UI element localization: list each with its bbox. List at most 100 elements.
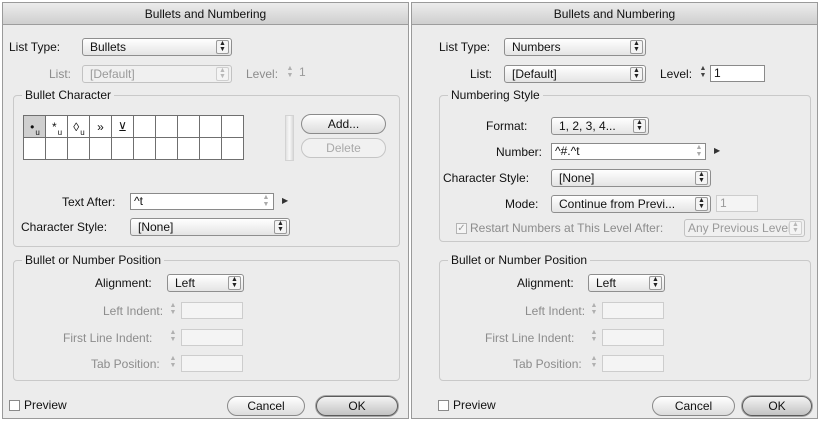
number-field[interactable]: ^#.^t — [551, 143, 706, 160]
character-style-dropdown[interactable]: [None] ▲ ▼ — [551, 169, 711, 187]
bullet-cell[interactable] — [111, 137, 134, 160]
number-arrows-icon[interactable]: ▲ ▼ — [693, 144, 705, 160]
special-characters-menu-icon[interactable]: ▶ — [714, 146, 720, 155]
first-line-indent-stepper-icon[interactable]: ▲ ▼ — [168, 329, 178, 345]
list-dropdown[interactable]: [Default] ▲ ▼ — [82, 65, 232, 83]
bullet-character-title: Bullet Character — [22, 88, 115, 102]
position-title: Bullet or Number Position — [448, 253, 591, 267]
dropdown-arrows-icon: ▲ ▼ — [633, 119, 646, 133]
bullet-cell[interactable] — [221, 137, 244, 160]
dropdown-arrows-icon: ▲ ▼ — [216, 40, 229, 54]
tab-position-stepper-icon[interactable]: ▲ ▼ — [589, 355, 599, 371]
list-label: List: — [49, 67, 72, 81]
dropdown-arrows-icon: ▲ ▼ — [630, 67, 643, 81]
text-after-arrows-icon[interactable]: ▲ ▼ — [260, 194, 272, 210]
bullet-cell[interactable] — [199, 115, 222, 138]
bullet-cell[interactable] — [155, 137, 178, 160]
cancel-button[interactable]: Cancel — [652, 396, 735, 416]
dropdown-arrows-icon: ▲ ▼ — [228, 276, 241, 290]
bullet-cell[interactable] — [155, 115, 178, 138]
bullet-glyph: ⊻ — [118, 119, 127, 134]
left-indent-stepper-icon[interactable]: ▲ ▼ — [168, 302, 178, 318]
bullet-cell[interactable] — [23, 137, 46, 160]
bullet-cell[interactable]: ◊u — [67, 115, 90, 138]
tab-position-field[interactable] — [181, 355, 243, 372]
bullet-cell[interactable] — [45, 137, 68, 160]
level-stepper-icon[interactable]: ▲ ▼ — [285, 65, 295, 81]
list-type-value: Bullets — [90, 40, 127, 54]
bullet-cell[interactable] — [67, 137, 90, 160]
bullet-cell[interactable] — [133, 115, 156, 138]
preview-checkbox[interactable] — [9, 400, 20, 411]
bullet-cell[interactable] — [221, 115, 244, 138]
first-line-indent-field[interactable] — [181, 329, 243, 346]
text-after-field[interactable]: ^t — [130, 193, 274, 210]
add-button[interactable]: Add... — [301, 114, 386, 134]
text-after-label: Text After: — [62, 195, 116, 209]
bullet-cell[interactable] — [177, 115, 200, 138]
mode-start-field[interactable]: 1 — [716, 195, 758, 212]
first-line-indent-label: First Line Indent: — [485, 331, 575, 345]
restart-numbers-label: Restart Numbers at This Level After: — [470, 221, 664, 235]
ok-button[interactable]: OK — [742, 396, 812, 416]
list-type-value: Numbers — [512, 40, 561, 54]
special-characters-menu-icon[interactable]: ▶ — [282, 196, 288, 205]
number-label: Number: — [496, 145, 543, 159]
level-stepper-icon[interactable]: ▲ ▼ — [698, 65, 708, 81]
format-value: 1, 2, 3, 4... — [559, 119, 616, 133]
dropdown-arrows-icon: ▲ ▼ — [630, 40, 643, 54]
mode-value: Continue from Previ... — [559, 197, 676, 211]
left-indent-field[interactable] — [181, 302, 243, 319]
cancel-button[interactable]: Cancel — [227, 396, 305, 416]
character-style-dropdown[interactable]: [None] ▲ ▼ — [130, 218, 290, 236]
character-style-label: Character Style: — [443, 171, 530, 185]
numbering-dialog: Bullets and Numbering List Type: Numbers… — [411, 2, 818, 419]
tab-position-field[interactable] — [602, 355, 664, 372]
level-field[interactable]: 1 — [296, 65, 346, 82]
left-indent-stepper-icon[interactable]: ▲ ▼ — [589, 302, 599, 318]
bullet-glyph: » — [97, 119, 104, 134]
level-field[interactable]: 1 — [710, 65, 765, 82]
bullet-cell[interactable] — [89, 137, 112, 160]
bullet-cell[interactable]: •u — [23, 115, 46, 138]
bullet-cell[interactable]: *u — [45, 115, 68, 138]
left-indent-field[interactable] — [602, 302, 664, 319]
level-label: Level: — [660, 67, 693, 81]
alignment-label: Alignment: — [517, 276, 574, 290]
preview-checkbox[interactable] — [438, 400, 449, 411]
list-type-dropdown[interactable]: Bullets ▲ ▼ — [82, 38, 232, 56]
tab-position-label: Tab Position: — [513, 357, 582, 371]
first-line-indent-field[interactable] — [602, 329, 664, 346]
tab-position-label: Tab Position: — [91, 357, 160, 371]
alignment-value: Left — [596, 276, 617, 290]
dialog-title: Bullets and Numbering — [3, 3, 408, 25]
first-line-indent-stepper-icon[interactable]: ▲ ▼ — [589, 329, 599, 345]
bullet-glyph: * — [51, 119, 57, 134]
dropdown-arrows-icon: ▲ ▼ — [274, 220, 287, 234]
tab-position-stepper-icon[interactable]: ▲ ▼ — [168, 355, 178, 371]
dropdown-arrows-icon: ▲ ▼ — [695, 197, 708, 211]
bullet-cell[interactable] — [177, 137, 200, 160]
bullet-cell[interactable]: » — [89, 115, 112, 138]
list-value: [Default] — [512, 67, 557, 81]
ok-button[interactable]: OK — [316, 396, 398, 416]
restart-numbers-checkbox[interactable]: ✓ — [456, 223, 467, 234]
grid-scrollbar[interactable] — [285, 115, 294, 161]
bullet-cell[interactable] — [199, 137, 222, 160]
character-style-value: [None] — [559, 171, 595, 185]
mode-dropdown[interactable]: Continue from Previ... ▲ ▼ — [551, 195, 711, 213]
format-dropdown[interactable]: 1, 2, 3, 4... ▲ ▼ — [551, 117, 649, 135]
list-dropdown[interactable]: [Default] ▲ ▼ — [504, 65, 646, 83]
delete-button[interactable]: Delete — [301, 138, 386, 158]
restart-after-dropdown[interactable]: Any Previous Level ▲ ▼ — [684, 219, 805, 237]
bullet-cell[interactable] — [133, 137, 156, 160]
bullet-glyph: ◊ — [73, 119, 80, 134]
alignment-dropdown[interactable]: Left ▲ ▼ — [588, 274, 665, 292]
list-value: [Default] — [90, 67, 135, 81]
list-type-label: List Type: — [9, 40, 61, 54]
position-title: Bullet or Number Position — [22, 253, 165, 267]
restart-after-value: Any Previous Level — [688, 221, 791, 235]
alignment-dropdown[interactable]: Left ▲ ▼ — [167, 274, 244, 292]
bullet-cell[interactable]: ⊻ — [111, 115, 134, 138]
list-type-dropdown[interactable]: Numbers ▲ ▼ — [504, 38, 646, 56]
